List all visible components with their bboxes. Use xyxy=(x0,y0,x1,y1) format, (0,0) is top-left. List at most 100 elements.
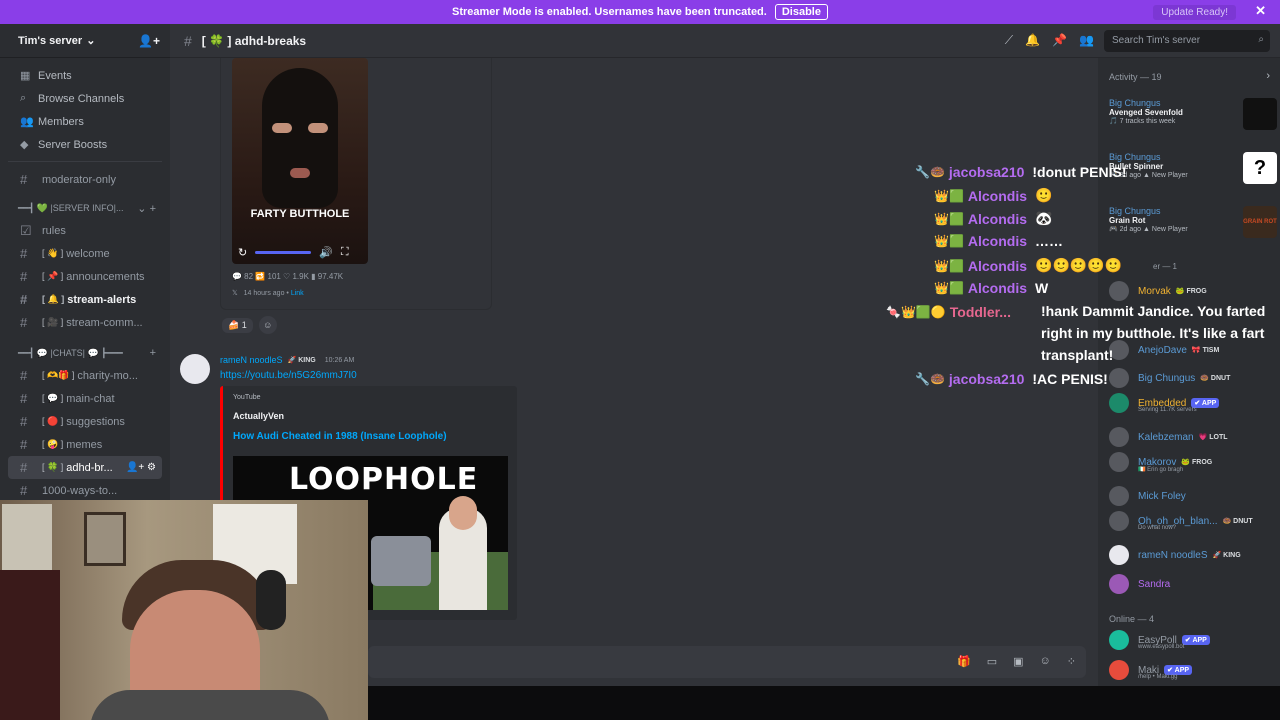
tweet-link[interactable]: Link xyxy=(291,290,304,297)
avatar xyxy=(1109,486,1129,506)
gift-icon[interactable]: 🎁 xyxy=(957,655,971,668)
tweet-video[interactable]: FARTY BUTTHOLE ↻ 🔊 ⛶ xyxy=(232,58,368,264)
channel-welcome[interactable]: #[ 👋 ] welcome xyxy=(0,242,170,265)
message-link[interactable]: https://youtu.be/n5G26mmJ7I0 xyxy=(220,370,357,381)
nav-label: Events xyxy=(38,69,72,82)
search-icon: ⌕ xyxy=(1258,34,1264,45)
eye-right xyxy=(308,123,328,133)
member-row[interactable]: Mick Foley xyxy=(1109,484,1277,508)
update-ready-button[interactable]: Update Ready! xyxy=(1153,5,1236,20)
emoji-icon[interactable]: ☺ xyxy=(1040,655,1051,668)
chevron-right-icon[interactable]: › xyxy=(1266,70,1270,82)
server-header[interactable]: Tim's server ⌄ 👤+ xyxy=(0,24,170,58)
sticker-icon[interactable]: ▣ xyxy=(1013,655,1023,668)
member-row[interactable]: rameN noodleS 🚀 KING xyxy=(1109,543,1277,567)
badge-icons: 👑🟩 xyxy=(934,188,964,203)
member-row[interactable]: Sandra xyxy=(1109,572,1277,596)
channel-moderator-only[interactable]: # moderator-only xyxy=(0,168,170,191)
channel-memes[interactable]: #[ 🤪 ] memes xyxy=(0,433,170,456)
x-logo-icon: 𝕏 xyxy=(232,290,238,297)
embed-provider: YouTube xyxy=(233,394,261,401)
channel-stream-comm[interactable]: #[ 🎥 ] stream-comm... xyxy=(0,311,170,334)
member-status: /help • Maki.gg xyxy=(1138,674,1178,680)
avatar xyxy=(1109,511,1129,531)
category-label: ━━┫ 💬 |CHATS| 💬 ┣━━━ xyxy=(18,347,123,358)
invite-icon[interactable]: 👤+ xyxy=(138,34,160,48)
nav-browse-channels[interactable]: ⌕ Browse Channels xyxy=(0,87,170,110)
channel-announcements[interactable]: #[ 📌 ] announcements xyxy=(0,265,170,288)
threads-icon[interactable]: ⟋ xyxy=(1005,33,1013,48)
member-row[interactable]: Oh_oh_oh_blan... 🍩 DNUT Do what now? xyxy=(1109,509,1277,533)
server-name: Tim's server xyxy=(18,34,83,47)
gif-icon[interactable]: ▭ xyxy=(987,655,997,668)
disable-button[interactable]: Disable xyxy=(774,4,828,20)
channel-title: [ 🍀 ] adhd-breaks xyxy=(201,33,307,48)
channel-label: 1000-ways-to... xyxy=(42,484,118,497)
channel-rules[interactable]: ☑ rules xyxy=(0,219,170,242)
member-row[interactable]: EasyPoll ✔ APP www.easypoll.bot xyxy=(1109,628,1277,652)
nav-events[interactable]: ▦ Events xyxy=(0,64,170,87)
chat-text: 🙂 xyxy=(1035,187,1053,203)
member-row[interactable]: Maki ✔ APP/help • Maki.gg xyxy=(1109,658,1277,682)
channel-1000-ways[interactable]: #1000-ways-to... xyxy=(0,479,170,502)
fullscreen-icon[interactable]: ⛶ xyxy=(341,246,349,259)
member-row[interactable]: Makorov 🐸 FROG 🇮🇪 Erin go bragh xyxy=(1109,450,1277,474)
settings-icon[interactable]: 👤+ ⚙ xyxy=(126,462,156,473)
thumbnail-text: LOOPHOLE xyxy=(289,462,479,497)
category-server-info[interactable]: ━━┫ 💚 |SERVER INFO|... ⌄ + xyxy=(0,197,170,219)
activity-header: Activity — 19 xyxy=(1109,72,1162,82)
volume-icon[interactable]: 🔊 xyxy=(319,246,333,259)
chat-line: 🔧🍩 jacobsa210 !donut PENIS! xyxy=(915,164,1127,180)
avatar[interactable] xyxy=(180,354,210,384)
volume-slider[interactable] xyxy=(255,250,312,254)
header-toolbar: ⟋ 🔔 📌 👥 xyxy=(1005,33,1094,48)
embed-title[interactable]: How Audi Cheated in 1988 (Insane Loophol… xyxy=(233,431,447,442)
member-list-icon[interactable]: 👥 xyxy=(1079,33,1094,48)
chat-line: 🔧🍩 jacobsa210 !AC PENIS! xyxy=(915,371,1108,387)
member-name: Mick Foley xyxy=(1138,490,1186,502)
channel-label: rules xyxy=(42,224,66,237)
message-time: 10:26 AM xyxy=(324,356,355,364)
reaction-pill[interactable]: 🍰 1 xyxy=(222,317,253,333)
tweet-footer: 𝕏 14 hours ago • Link xyxy=(232,290,304,297)
add-channel-icon[interactable]: + xyxy=(150,347,156,359)
channel-stream-alerts[interactable]: #[ 🔔 ] stream-alerts xyxy=(0,288,170,311)
embed-author[interactable]: ActuallyVen xyxy=(233,411,284,421)
category-chats[interactable]: ━━┫ 💬 |CHATS| 💬 ┣━━━ + xyxy=(0,342,170,364)
channel-label: stream-comm... xyxy=(66,316,143,329)
add-reaction-icon[interactable]: ☺ xyxy=(258,316,277,334)
avatar xyxy=(1109,574,1129,594)
apps-icon[interactable]: ⁘ xyxy=(1067,655,1076,668)
members-icon: 👥 xyxy=(20,116,34,128)
nav-label: Server Boosts xyxy=(38,138,108,151)
channel-suggestions[interactable]: #[ 🔴 ] suggestions xyxy=(0,410,170,433)
member-status: Serving 11.7K servers xyxy=(1138,407,1197,413)
chat-line: 👑🟩 Alcondis …… xyxy=(934,233,1063,249)
member-name: rameN noodleS xyxy=(1138,549,1208,561)
message-input[interactable]: 🎁 ▭ ▣ ☺ ⁘ xyxy=(368,646,1086,678)
channel-charity[interactable]: #[ 🫶🎁 ] charity-mo... xyxy=(0,364,170,387)
tweet-time: 14 hours ago xyxy=(243,290,285,297)
close-icon[interactable]: ✕ xyxy=(1255,3,1266,19)
bell-icon[interactable]: 🔔 xyxy=(1025,33,1040,48)
discord-window: Streamer Mode is enabled. Usernames have… xyxy=(0,0,1280,720)
search-input[interactable]: Search Tim's server ⌕ xyxy=(1104,30,1270,52)
chat-username: Alcondis xyxy=(967,280,1028,296)
avatar xyxy=(1109,452,1129,472)
pin-icon[interactable]: 📌 xyxy=(1052,33,1067,48)
nav-server-boosts[interactable]: ◆ Server Boosts xyxy=(0,133,170,156)
chat-text: !donut PENIS! xyxy=(1032,164,1127,180)
nav-members[interactable]: 👥 Members xyxy=(0,110,170,133)
add-channel-icon[interactable]: ⌄ + xyxy=(137,202,156,215)
replay-icon[interactable]: ↻ xyxy=(238,246,247,259)
message-author[interactable]: rameN noodleS xyxy=(220,355,283,365)
badge-icons: 👑🟩 xyxy=(934,281,964,295)
webcam-chair xyxy=(0,570,60,720)
badge-icons: 👑🟩 xyxy=(934,258,964,273)
thumb-car xyxy=(371,536,431,586)
chat-text: !AC PENIS! xyxy=(1032,371,1108,387)
activity-card[interactable]: Big Chungus Avenged Sevenfold 🎵 7 tracks… xyxy=(1109,98,1277,148)
member-row[interactable]: Kalebzeman 💗 LOTL xyxy=(1109,425,1277,449)
channel-adhd-breaks[interactable]: #[ 🍀 ] adhd-br... 👤+ ⚙ xyxy=(8,456,162,479)
channel-main-chat[interactable]: #[ 💬 ] main-chat xyxy=(0,387,170,410)
